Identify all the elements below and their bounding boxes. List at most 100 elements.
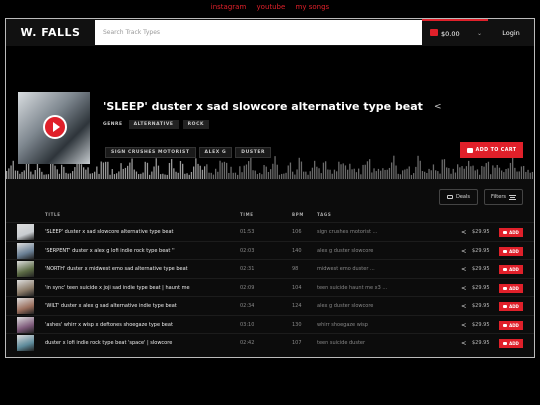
track-bpm: 140 [292,247,302,254]
track-bpm: 130 [292,321,302,328]
logo[interactable]: W. FALLS [6,19,95,46]
col-tags: TAGS [317,212,332,217]
share-icon[interactable]: < [434,102,442,112]
cart-icon [503,342,508,345]
table-row[interactable]: 'SLEEP' duster x sad slowcore alternativ… [6,222,534,240]
filters-button[interactable]: Filters [484,189,523,205]
youtube-link[interactable]: youtube [257,3,286,11]
track-price: $29.95 [472,229,490,235]
deals-button[interactable]: Deals [439,189,478,205]
play-icon [52,122,60,132]
instagram-link[interactable]: instagram [211,3,247,11]
login-button[interactable]: Login [488,19,534,46]
table-header: TITLE TIME BPM TAGS [6,209,534,221]
table-row[interactable]: 'NORTH' duster x midwest emo sad alterna… [6,259,534,277]
cart-icon [503,323,508,327]
add-button[interactable]: ADD [499,265,523,274]
track-price: $29.95 [472,303,490,309]
tag-chip[interactable]: SIGN CRUSHES MOTORIST [105,147,196,158]
track-thumbnail[interactable] [17,279,34,296]
track-time: 02:42 [240,340,255,346]
track-bpm: 98 [292,266,299,272]
track-time: 02:34 [240,303,255,309]
track-title: 'in sync' teen suicide x joji sad indie … [45,284,190,291]
tag-chip[interactable]: ALEX G [198,147,233,158]
track-tags: alex g duster slowcore [317,303,374,309]
track-tags: teen suicide duster [317,340,366,346]
track-title: 'ashes' whirr x wisp x deftones shoegaze… [45,321,173,328]
add-label: ADD [509,322,519,328]
table-row[interactable]: 'ashes' whirr x wisp x deftones shoegaze… [6,314,534,333]
add-button[interactable]: ADD [499,302,523,311]
track-time: 02:31 [240,266,255,272]
genre-chip[interactable]: ALTERNATIVE [128,120,179,129]
track-price: $29.95 [472,247,490,254]
share-icon[interactable]: < [461,247,466,255]
cart-icon [466,147,473,153]
add-button[interactable]: ADD [499,228,523,237]
player-frame: W. FALLS $0.00 ⌄ Login 'SLEEP' duster x … [5,18,535,358]
share-icon[interactable]: < [461,265,466,273]
track-time: 02:03 [240,247,255,254]
cart-icon [503,305,508,308]
add-label: ADD [509,248,519,254]
genre-label: GENRE [103,122,123,127]
table-row[interactable]: 'SERPENT' duster x alex g lofi indie roc… [6,240,534,259]
track-tags: sign crushes motorist ... [317,229,378,235]
share-icon[interactable]: < [461,321,466,329]
add-label: ADD [509,304,519,309]
cart-icon [430,29,438,36]
track-tags: teen suicide haunt me x3 ... [317,284,388,291]
add-label: ADD [509,341,519,346]
add-to-cart-button[interactable]: ADD TO CART [460,142,523,158]
play-button[interactable] [43,115,67,139]
featured-track: 'SLEEP' duster x sad slowcore alternativ… [6,46,534,179]
cart-total: $0.00 [441,30,460,38]
add-button[interactable]: ADD [499,339,523,348]
genre-chip[interactable]: ROCK [182,120,210,129]
filters-label: Filters [491,194,506,200]
table-row[interactable]: 'WILT' duster x alex g sad alternative i… [6,296,534,314]
track-price: $29.95 [472,340,490,346]
genre-row: GENRE ALTERNATIVE ROCK [103,120,210,129]
track-bpm: 104 [292,284,302,291]
tag-icon [447,195,453,199]
track-thumbnail[interactable] [17,298,34,314]
table-row[interactable]: duster x lofi indie rock type beat 'spac… [6,333,534,351]
share-icon[interactable]: < [461,284,466,292]
track-title: duster x lofi indie rock type beat 'spac… [45,340,173,346]
my-songs-link[interactable]: my songs [296,3,330,11]
track-time: 02:09 [240,284,255,291]
track-thumbnail[interactable] [17,335,34,351]
track-title: 'SERPENT' duster x alex g lofi indie roc… [45,247,175,254]
col-time: TIME [240,212,254,217]
filter-icon [509,194,516,200]
track-thumbnail[interactable] [17,316,34,333]
track-tags: midwest emo duster ... [317,266,375,272]
track-thumbnail[interactable] [17,261,34,277]
share-icon[interactable]: < [461,339,466,347]
track-tags: alex g duster slowcore [317,247,374,254]
tag-chip[interactable]: DUSTER [235,147,272,158]
track-bpm: 124 [292,303,302,309]
search-input[interactable] [95,20,422,45]
track-price: $29.95 [472,266,490,272]
track-thumbnail[interactable] [17,242,34,259]
track-thumbnail[interactable] [17,224,34,240]
share-icon[interactable]: < [461,228,466,236]
add-button[interactable]: ADD [499,246,523,256]
track-title: 'SLEEP' duster x sad slowcore alternativ… [45,229,174,235]
add-label: ADD [509,230,519,235]
add-button[interactable]: ADD [499,283,523,293]
header: W. FALLS $0.00 ⌄ Login [6,19,534,46]
cart-icon [503,231,508,234]
add-button[interactable]: ADD [499,320,523,330]
cover-art [18,92,90,164]
track-tags: whirr shoegaze wisp [317,321,368,328]
tags-row: SIGN CRUSHES MOTORIST ALEX G DUSTER [105,147,272,158]
share-icon[interactable]: < [461,302,466,310]
track-bpm: 107 [292,340,302,346]
cart-button[interactable]: $0.00 ⌄ [422,19,488,46]
table-row[interactable]: 'in sync' teen suicide x joji sad indie … [6,277,534,296]
track-time: 03:10 [240,321,255,328]
